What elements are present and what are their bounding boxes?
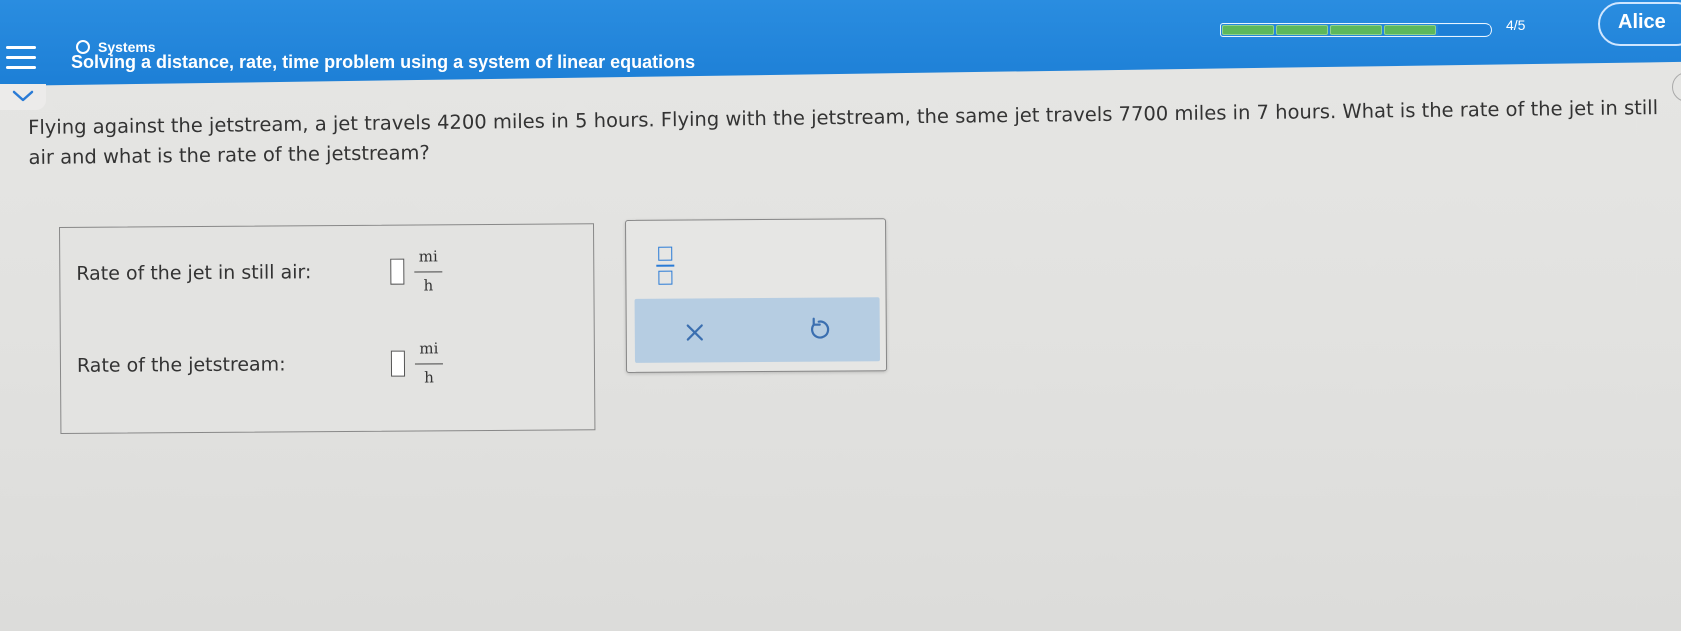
- progress-segment: [1222, 25, 1274, 35]
- progress-bar: [1220, 23, 1492, 37]
- answer-row-jet: Rate of the jet in still air: mi h: [76, 247, 443, 297]
- user-name[interactable]: Alice: [1618, 11, 1666, 34]
- x-icon: [686, 324, 703, 341]
- fraction-template-icon[interactable]: [656, 246, 675, 287]
- problem-text: Flying against the jetstream, a jet trav…: [28, 96, 1659, 169]
- unit-numerator: mi: [419, 339, 439, 358]
- progress-text: 4/5: [1506, 17, 1526, 33]
- page-title: Solving a distance, rate, time problem u…: [71, 52, 696, 72]
- unit-denominator: h: [424, 368, 434, 387]
- progress-segment: [1438, 25, 1490, 35]
- clear-button[interactable]: [681, 318, 709, 346]
- chevron-down-icon: [12, 90, 34, 102]
- progress-segment: [1330, 25, 1382, 35]
- header-bar: Systems Solving a distance, rate, time p…: [0, 0, 1681, 86]
- jet-rate-input[interactable]: [390, 258, 405, 285]
- collapse-button[interactable]: [0, 84, 46, 110]
- undo-button[interactable]: [805, 316, 833, 344]
- undo-icon: [811, 317, 830, 339]
- answer-label-jetstream: Rate of the jetstream:: [76, 352, 286, 377]
- progress-segment: [1276, 25, 1328, 35]
- answer-panel: Rate of the jet in still air: mi h Rate …: [59, 223, 596, 434]
- unit-fraction: mi h: [414, 339, 443, 387]
- hamburger-icon[interactable]: [6, 46, 36, 70]
- jetstream-rate-input[interactable]: [390, 350, 406, 377]
- progress-segment: [1384, 25, 1436, 35]
- edge-control[interactable]: [1672, 72, 1681, 102]
- unit-numerator: mi: [418, 247, 438, 266]
- unit-denominator: h: [423, 276, 434, 295]
- answer-label-jet: Rate of the jet in still air:: [76, 260, 312, 285]
- action-bar: [634, 297, 880, 363]
- answer-row-jetstream: Rate of the jetstream: mi h: [77, 339, 443, 389]
- unit-fraction: mi h: [414, 247, 443, 295]
- math-toolbar: [625, 218, 888, 373]
